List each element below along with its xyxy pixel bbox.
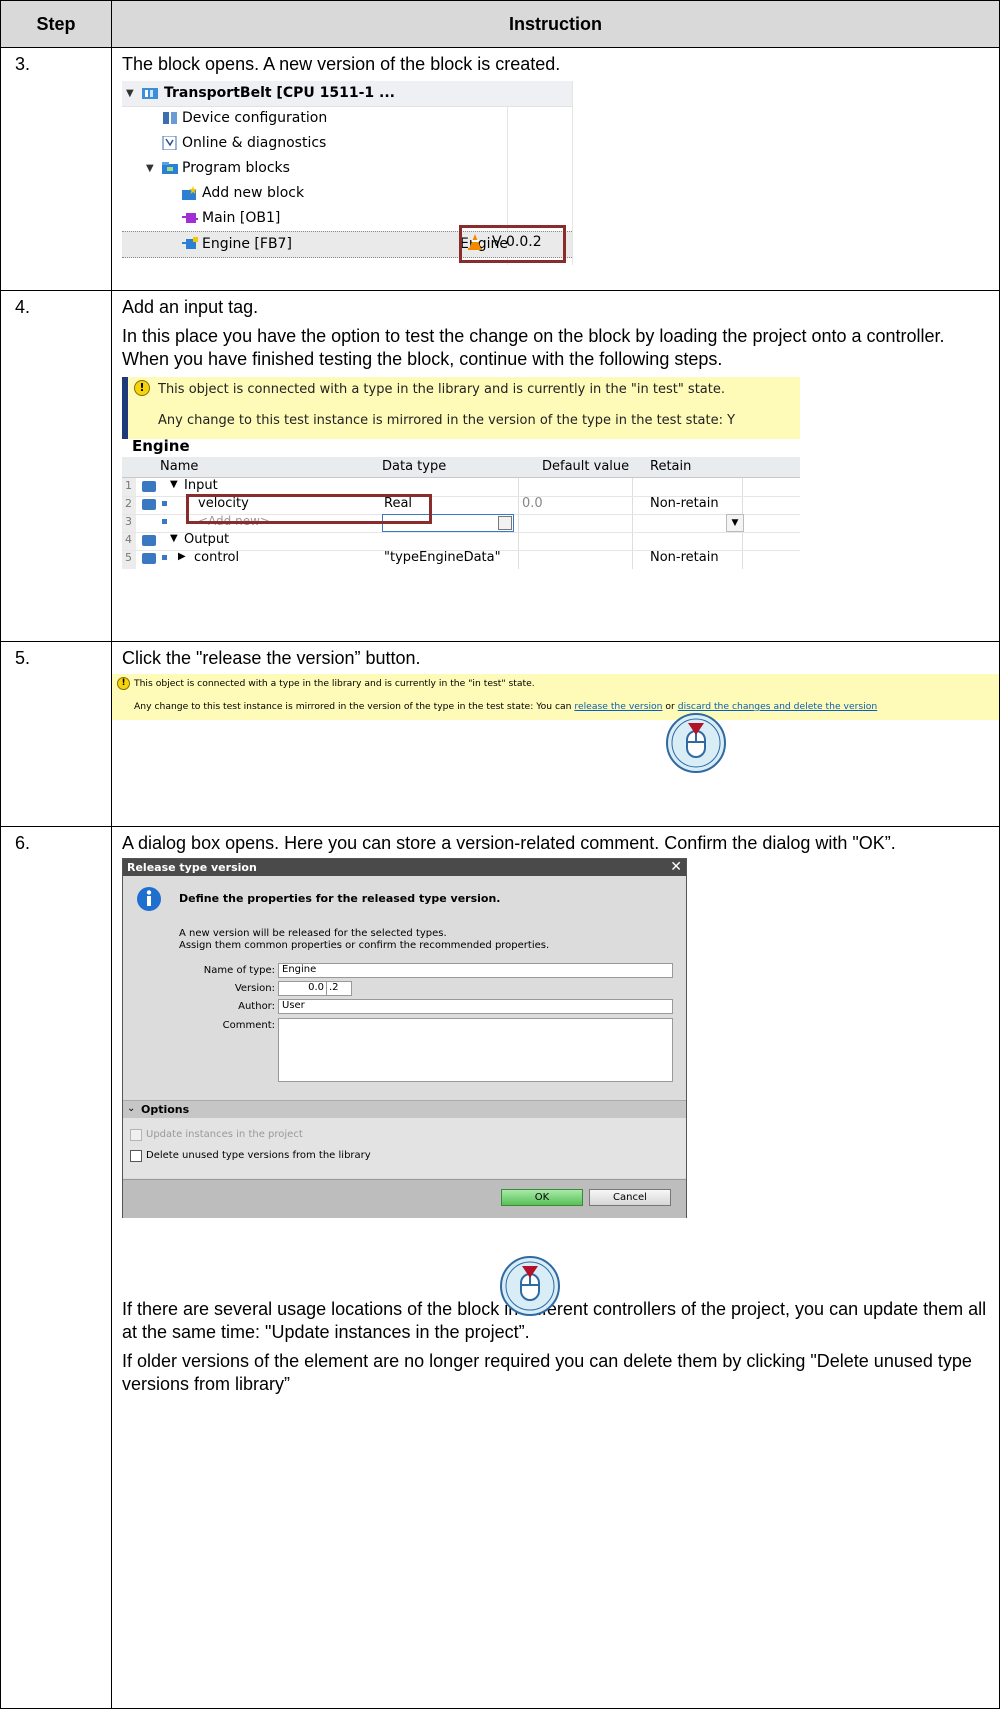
field-label: Version: xyxy=(234,983,275,994)
dialog-title: Release type version xyxy=(127,861,257,874)
tree-item[interactable]: ▼ Program blocks xyxy=(122,156,572,181)
warning-text: Any change to this test instance is mirr… xyxy=(158,413,736,428)
table-row: 5. Click the "release the version” butto… xyxy=(0,641,1000,827)
cancel-button[interactable]: Cancel xyxy=(589,1189,671,1206)
options-label: Options xyxy=(141,1103,190,1116)
table-row: 3. The block opens. A new version of the… xyxy=(0,47,1000,291)
warning-text-line2: Any change to this test instance is mirr… xyxy=(134,701,878,712)
comment-textarea[interactable] xyxy=(278,1018,673,1082)
release-version-link[interactable]: release the version xyxy=(574,701,662,712)
table-row: 6. A dialog box opens. Here you can stor… xyxy=(0,826,1000,1709)
dialog-description: Assign them common properties or confirm… xyxy=(179,940,550,951)
column-header[interactable]: Default value xyxy=(542,459,629,474)
close-icon[interactable]: ✕ xyxy=(670,859,682,876)
device-config-icon xyxy=(163,112,177,124)
tree-item-label: Program blocks xyxy=(182,160,290,176)
in-test-cone-icon xyxy=(468,234,482,250)
dialog-titlebar: Release type version ✕ xyxy=(123,859,686,876)
warning-text: This object is connected with a type in … xyxy=(158,382,725,397)
tree-item-label: Add new block xyxy=(202,185,305,201)
column-header[interactable]: Data type xyxy=(382,459,446,474)
tree-item-label: Engine [FB7] xyxy=(202,236,292,252)
update-instances-checkbox[interactable] xyxy=(130,1129,142,1141)
tree-item[interactable]: Device configuration xyxy=(122,106,572,131)
tree-row-root[interactable]: ▼ TransportBelt [CPU 1511-1 ... xyxy=(122,81,572,107)
add-block-icon xyxy=(182,186,197,200)
field-label: Name of type: xyxy=(203,965,275,976)
chevron-down-icon: ⌄ xyxy=(127,1103,136,1114)
step-instruction: The block opens. A new version of the bl… xyxy=(111,47,1000,291)
mouse-click-icon xyxy=(500,1256,560,1316)
delete-unused-checkbox[interactable] xyxy=(130,1150,142,1162)
block-interface-screenshot: ! This object is connected with a type i… xyxy=(122,377,800,569)
tree-item-label: Device configuration xyxy=(182,110,328,126)
field-label: Author: xyxy=(238,1001,275,1012)
tree-item[interactable]: Add new block xyxy=(122,181,572,206)
version-label: V 0.0.2 xyxy=(492,234,542,250)
column-header[interactable]: Retain xyxy=(650,459,691,474)
instruction-text: In this place you have the option to tes… xyxy=(122,326,945,369)
version-minor-input[interactable]: .2 xyxy=(326,981,352,996)
version-highlight: V 0.0.2 xyxy=(459,225,566,263)
table-row: 4. Add an input tag. In this place you h… xyxy=(0,290,1000,642)
checkbox-label: Delete unused type versions from the lib… xyxy=(146,1150,371,1161)
type-name-input[interactable]: Engine xyxy=(278,963,673,978)
release-type-version-dialog: Release type version ✕ Define the proper… xyxy=(122,858,687,1218)
fb-block-icon xyxy=(182,237,198,249)
ok-button[interactable]: OK xyxy=(501,1189,583,1206)
checkbox-label: Update instances in the project xyxy=(146,1129,303,1140)
warning-icon: ! xyxy=(134,380,150,396)
output-tag-icon xyxy=(142,553,156,564)
dialog-description: A new version will be released for the s… xyxy=(179,928,447,939)
instruction-text: A dialog box opens. Here you can store a… xyxy=(122,833,896,853)
options-section-toggle[interactable]: ⌄ Options xyxy=(123,1100,686,1119)
field-label: Comment: xyxy=(222,1020,275,1031)
column-header[interactable]: Name xyxy=(160,459,198,474)
tree-item[interactable]: Online & diagnostics xyxy=(122,131,572,156)
plc-icon xyxy=(142,88,158,99)
ob-block-icon xyxy=(182,213,198,223)
author-input[interactable]: User xyxy=(278,999,673,1014)
header-instruction: Instruction xyxy=(111,0,1000,48)
mouse-click-icon xyxy=(666,713,726,773)
instruction-table: Step Instruction 3. The block opens. A n… xyxy=(0,0,1000,1709)
in-test-warning-bar: ! This object is connected with a type i… xyxy=(112,674,999,720)
grid-header: Name Data type Default value Retain xyxy=(122,457,800,478)
tree-item-label: Main [OB1] xyxy=(202,210,281,226)
step-number: 6. xyxy=(0,826,112,1709)
step-instruction: A dialog box opens. Here you can store a… xyxy=(111,826,1000,1709)
diagnostics-icon xyxy=(162,136,177,150)
step-number: 5. xyxy=(0,641,112,827)
table-row[interactable]: 4 ▼ Output xyxy=(122,532,800,551)
project-tree-screenshot: ▼ TransportBelt [CPU 1511-1 ... Device c… xyxy=(122,81,573,265)
input-tag-icon xyxy=(142,499,156,510)
step-instruction: Click the "release the version” button. … xyxy=(111,641,1000,827)
tree-item-label: Online & diagnostics xyxy=(182,135,327,151)
instruction-text: The block opens. A new version of the bl… xyxy=(122,54,561,74)
warning-icon: ! xyxy=(117,677,130,690)
block-title: Engine xyxy=(132,437,190,455)
new-tag-highlight xyxy=(186,494,432,524)
table-row[interactable]: 5 ▶ control "typeEngineData" Non-retain xyxy=(122,550,800,568)
input-section-icon xyxy=(142,481,156,492)
dialog-heading: Define the properties for the released t… xyxy=(179,892,501,905)
output-section-icon xyxy=(142,535,156,546)
in-test-warning-bar: ! This object is connected with a type i… xyxy=(122,377,800,439)
folder-icon xyxy=(162,162,178,174)
retain-dropdown[interactable]: ▼ xyxy=(726,514,744,532)
instruction-text: Add an input tag. xyxy=(122,297,259,317)
instruction-text: Click the "release the version” button. xyxy=(122,648,421,668)
warning-text: This object is connected with a type in … xyxy=(134,678,535,689)
info-icon xyxy=(137,887,161,911)
step-number: 3. xyxy=(0,47,112,291)
step-number: 4. xyxy=(0,290,112,642)
header-step: Step xyxy=(0,0,112,48)
type-picker-button[interactable] xyxy=(498,516,512,530)
instruction-text: If older versions of the element are no … xyxy=(122,1351,972,1394)
step-instruction: Add an input tag. In this place you have… xyxy=(111,290,1000,642)
tree-root-label: TransportBelt [CPU 1511-1 ... xyxy=(164,85,395,101)
table-header-row: Step Instruction xyxy=(0,0,1000,48)
version-major-input[interactable]: 0.0 xyxy=(278,981,327,996)
